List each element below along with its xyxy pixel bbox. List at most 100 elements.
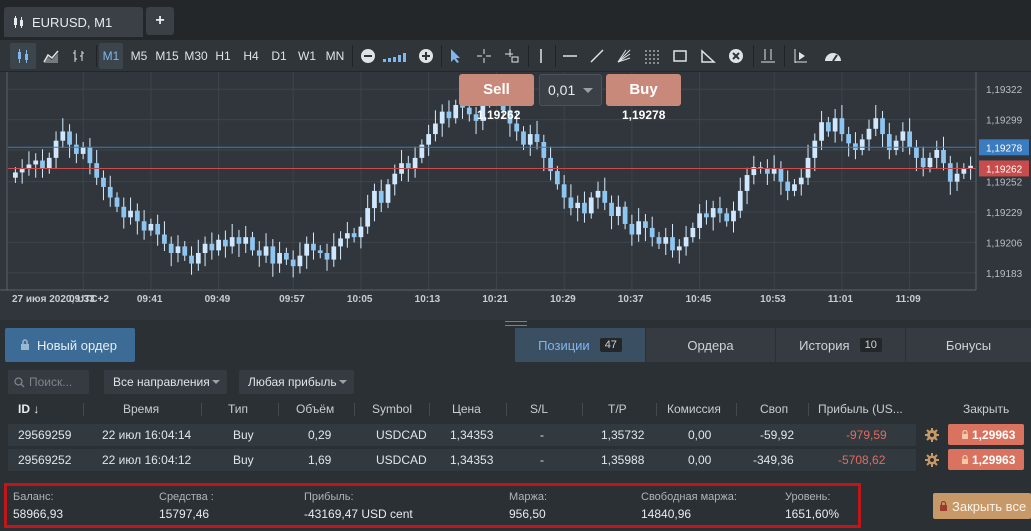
new-tab-button[interactable]: + [146,7,174,35]
candle-body [704,213,709,218]
x-tick-label: 27 июя 2020, UTC+2 [12,294,109,305]
zoom-in-icon[interactable] [415,43,437,69]
timeframe-h1[interactable]: H1 [212,43,234,69]
candle-body [907,131,913,148]
positions-table-header: ID ↓ Время Тип Объём Symbol Цена S/L T/P… [8,399,1031,419]
candle-body [243,237,249,244]
candle-body [737,190,743,211]
candle-body [101,177,106,187]
new-order-button[interactable]: Новый ордер [5,328,135,362]
fan-icon[interactable] [613,43,635,69]
column-tp[interactable]: T/P [608,402,627,416]
account-summary: Баланс: 58966,93 Средства : 15797,46 При… [4,483,861,528]
candle-body [798,177,804,185]
tab-history[interactable]: История 10 [776,328,905,362]
column-profit[interactable]: Прибыль (US... [818,402,903,416]
candle-body [853,143,858,150]
column-price[interactable]: Цена [452,402,481,416]
gear-icon[interactable] [925,453,939,467]
new-order-label: Новый ордер [37,337,117,353]
dashboard-icon[interactable] [822,43,844,69]
period-separator-icon[interactable] [757,43,779,69]
candle-body [819,122,824,141]
candle-body [900,131,906,141]
close-position-button[interactable]: 1,29963 [948,449,1024,470]
candle-body [372,190,377,209]
tab-bar: EURUSD, M1 + [0,0,1031,40]
timeframe-h4[interactable]: H4 [240,43,262,69]
y-tick-label: 1,19183 [986,269,1023,280]
tab-eurusd[interactable]: EURUSD, M1 [4,7,143,37]
fibonacci-icon[interactable] [641,43,663,69]
candle-body [229,237,235,247]
direction-filter-select[interactable]: Все направления [104,370,227,394]
toolbar-divider [555,45,556,67]
direction-filter-value: Все направления [113,375,210,389]
column-volume[interactable]: Объём [296,402,334,416]
rectangle-icon[interactable] [669,43,691,69]
column-type[interactable]: Тип [228,402,248,416]
trend-line-icon[interactable] [586,43,608,69]
bar-chart-icon[interactable] [66,43,92,69]
tab-bonuses[interactable]: Бонусы [906,328,1031,362]
timeframe-m1[interactable]: M1 [99,43,123,69]
cell-symbol: USDCAD [376,428,427,442]
candle-body [378,190,384,203]
column-commission[interactable]: Комиссия [667,402,721,416]
table-row[interactable]: 29569252 22 июл 16:04:12 Buy 1,69 USDCAD… [8,449,916,471]
candle-body [731,210,736,222]
column-symbol[interactable]: Symbol [372,402,412,416]
column-id[interactable]: ID ↓ [18,402,39,416]
timeframe-m5[interactable]: M5 [127,43,151,69]
lot-size-select[interactable]: 0,01 [539,74,602,106]
y-tick-label: 1,19252 [986,178,1023,189]
search-input[interactable]: Поиск... [8,370,89,394]
buy-button[interactable]: Buy [606,74,681,106]
tab-positions[interactable]: Позиции 47 [515,328,645,362]
column-time[interactable]: Время [123,402,159,416]
cell-time: 22 июл 16:04:12 [102,453,192,467]
area-chart-icon[interactable] [38,43,64,69]
column-swap[interactable]: Своп [760,402,788,416]
zoom-level-icon [380,43,414,69]
candle-body [893,140,899,150]
timeframe-m30[interactable]: M30 [182,43,210,69]
gear-icon[interactable] [925,428,939,442]
tab-orders-label: Ордера [687,337,734,353]
cursor-icon[interactable] [445,43,467,69]
table-row[interactable]: 29569259 22 июл 16:04:14 Buy 0,29 USDCAD… [8,424,916,446]
candle-body [446,111,452,119]
search-icon [14,376,25,387]
column-sl[interactable]: S/L [530,402,548,416]
timeframe-w1[interactable]: W1 [296,43,318,69]
timeframe-d1[interactable]: D1 [268,43,290,69]
candle-body [433,123,438,135]
candle-body [365,208,371,227]
sell-button[interactable]: Sell [459,74,534,106]
price-chart[interactable]: 1,193221,192991,192761,192521,192291,192… [0,72,1031,320]
column-divider [429,403,430,416]
candle-body [40,160,45,169]
candle-body [636,221,642,235]
close-all-button[interactable]: Закрыть все [933,493,1031,519]
triangle-icon[interactable] [697,43,719,69]
chart-shift-icon[interactable] [789,43,811,69]
candle-body [33,160,39,165]
x-tick-label: 10:13 [415,294,441,305]
crosshair-icon[interactable] [473,43,495,69]
candle-body [250,237,255,251]
timeframe-mn[interactable]: MN [323,43,347,69]
delete-drawings-icon[interactable] [725,43,747,69]
horizontal-line-icon[interactable] [559,43,581,69]
timeframe-m15[interactable]: M15 [153,43,181,69]
candle-body [216,239,221,251]
close-position-button[interactable]: 1,29963 [948,424,1024,445]
vertical-line-icon[interactable] [531,43,551,69]
toolbar-divider [784,45,785,67]
column-divider [278,403,279,416]
candle-chart-icon[interactable] [10,43,36,69]
price-crosshair-icon[interactable] [501,43,523,69]
tab-orders[interactable]: Ордера [646,328,775,362]
zoom-out-icon[interactable] [357,43,379,69]
profit-filter-select[interactable]: Любая прибыль [239,370,354,394]
